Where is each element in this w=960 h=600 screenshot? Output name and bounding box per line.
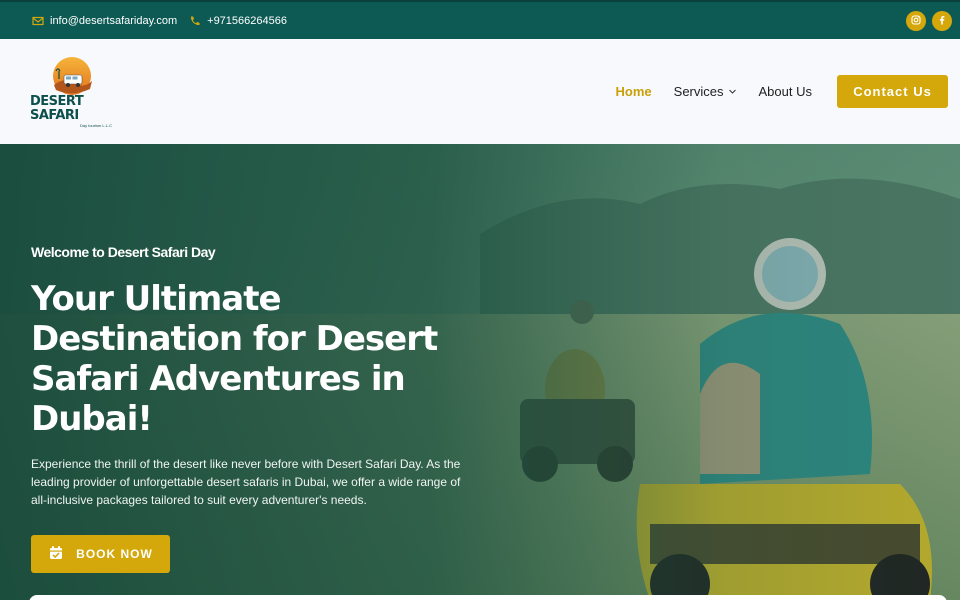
nav-label: About Us [758,84,812,99]
hero-section: Welcome to Desert Safari Day Your Ultima… [0,144,960,600]
logo-brand: DESERT SAFARI [30,94,84,123]
facebook-icon [937,12,947,30]
top-bar: info@desertsafariday.com +971566264566 [0,0,960,39]
hero-description: Experience the thrill of the desert like… [31,457,461,507]
nav-item-about-us[interactable]: About Us [759,84,812,99]
contact-info: info@desertsafariday.com +971566264566 [32,15,287,27]
social-links [906,10,952,31]
instagram-icon [911,12,921,30]
nav-label: Home [615,84,652,99]
logo-emblem-icon [53,57,92,95]
book-now-label: BOOK NOW [76,547,153,561]
booking-card-edge [29,595,947,600]
calendar-check-icon [48,545,64,564]
phone-link[interactable]: +971566264566 [189,15,287,27]
book-now-button[interactable]: BOOK NOW [31,535,170,573]
logo-subtitle: Day tourism L.L.C [79,123,112,128]
chevron-down-icon [728,84,737,99]
phone-text: +971566264566 [207,14,287,27]
nav-item-services[interactable]: Services [674,84,737,99]
hero-welcome: Welcome to Desert Safari Day [31,244,216,260]
nav-label: Services [673,84,724,99]
site-header: DESERT SAFARI Day tourism L.L.C Home Ser… [0,39,960,144]
main-nav: Home Services About Us Contact Us [594,75,948,108]
email-text: info@desertsafariday.com [50,14,178,27]
facebook-button[interactable] [932,10,952,31]
phone-icon [189,15,201,27]
hero-headline: Your Ultimate Destination for Desert Saf… [31,279,438,439]
nav-item-home[interactable]: Home [616,84,652,99]
contact-us-button[interactable]: Contact Us [837,75,948,108]
hero-content: Welcome to Desert Safari Day Your Ultima… [31,244,491,573]
email-link[interactable]: info@desertsafariday.com [32,15,177,27]
mail-icon [32,15,44,27]
instagram-button[interactable] [906,10,926,31]
site-logo[interactable]: DESERT SAFARI Day tourism L.L.C [30,55,114,128]
